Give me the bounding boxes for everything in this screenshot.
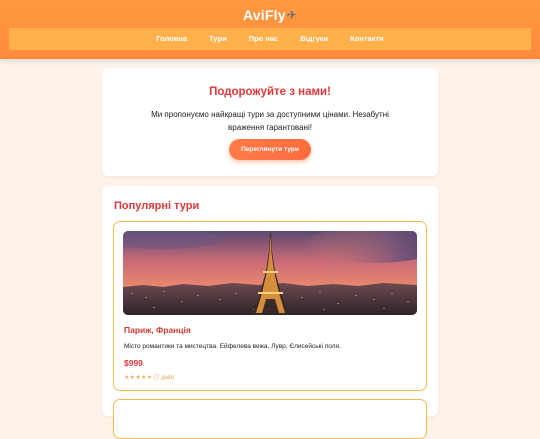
star-rating-icon: ★★★★★ <box>124 375 153 381</box>
nav-item-about[interactable]: Про нас <box>238 28 290 50</box>
main-nav: Головна Тури Про нас Відгуки Контакти <box>9 28 531 50</box>
tour-card-next[interactable] <box>113 399 427 439</box>
site-header: AviFly✈ Головна Тури Про нас Відгуки Кон… <box>0 0 540 59</box>
tour-image-eiffel-tower <box>123 231 417 315</box>
tour-card-paris[interactable]: Париж, Франція Місто романтики та мистец… <box>113 221 427 391</box>
tour-price: $999 <box>124 358 143 368</box>
popular-tours-section: Популярні тури Париж, Франція Місто рома… <box>102 186 438 439</box>
nav-item-contacts[interactable]: Контакти <box>339 28 395 50</box>
brand-name: AviFly <box>243 7 286 23</box>
nav-item-reviews[interactable]: Відгуки <box>289 28 339 50</box>
tour-duration: (7 днів) <box>154 375 175 381</box>
hero-section: Подорожуйте з нами! Ми пропонуємо найкра… <box>102 68 438 176</box>
airplane-icon: ✈ <box>286 8 297 22</box>
nav-item-home[interactable]: Головна <box>145 28 198 50</box>
tour-name: Париж, Франція <box>124 325 191 335</box>
tour-description: Місто романтики та мистецтва. Ейфелева в… <box>124 343 341 350</box>
view-tours-button[interactable]: Переглянути тури <box>229 139 311 160</box>
brand-logo[interactable]: AviFly✈ <box>0 7 540 23</box>
hero-title: Подорожуйте з нами! <box>209 86 331 98</box>
section-title: Популярні тури <box>114 200 200 212</box>
hero-text: Ми пропонуємо найкращі тури за доступним… <box>151 110 389 132</box>
nav-item-tours[interactable]: Тури <box>198 28 238 50</box>
tour-rating: ★★★★★ (7 днів) <box>124 374 174 381</box>
